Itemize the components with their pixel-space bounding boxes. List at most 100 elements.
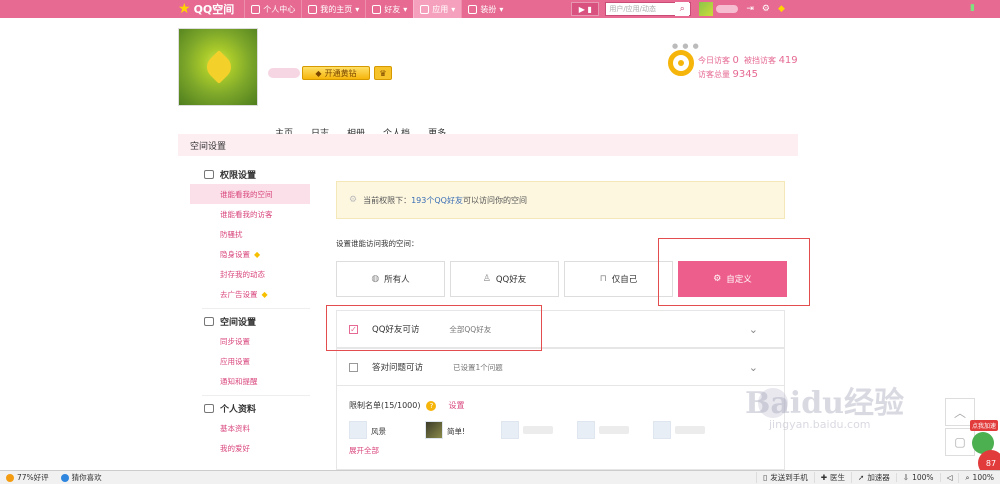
sidebar-item-anti-harassment[interactable]: 防骚扰	[190, 224, 310, 244]
sidebar-item-label: 谁能看我的空间	[220, 189, 273, 199]
user-avatar[interactable]	[699, 2, 714, 16]
rule-answer-question-row[interactable]: 答对问题可访 已设置1个问题 ⌄	[336, 348, 785, 386]
profile-name-blurred	[268, 68, 300, 78]
sidebar-group-permissions[interactable]: 权限设置	[190, 164, 310, 184]
expand-all-link[interactable]: 展开全部	[349, 445, 784, 456]
restricted-list-title: 限制名单(15/1000)	[349, 401, 421, 410]
nav-my-homepage[interactable]: 我的主页 ▾	[301, 0, 365, 18]
send-to-phone-button[interactable]: ▯ 发送到手机	[756, 472, 814, 483]
nav-personal-center[interactable]: 个人中心	[244, 0, 301, 18]
notice-friend-count[interactable]: 193个QQ好友	[411, 195, 463, 206]
accelerator-button[interactable]: ➚ 加速器	[851, 472, 896, 483]
status-label: 100%	[912, 473, 934, 482]
restricted-list-settings-link[interactable]: 设置	[448, 400, 464, 411]
option-only-me-button[interactable]: ⊓ 仅自己	[564, 261, 673, 297]
list-item[interactable]	[501, 421, 577, 439]
option-custom-button[interactable]: ⚙ 自定义	[678, 261, 787, 297]
nav-label: 应用	[432, 4, 449, 14]
doctor-button[interactable]: ✚ 医生	[813, 472, 851, 483]
today-visitors-label: 今日访客	[698, 56, 730, 65]
music-player-button[interactable]: ▶ ▮	[571, 2, 600, 16]
sidebar-item-label: 隐身设置	[220, 249, 250, 259]
download-status[interactable]: ⇩ 100%	[895, 473, 940, 482]
speaker-icon: ◁	[946, 473, 953, 482]
list-item[interactable]	[577, 421, 653, 439]
sidebar-item-who-can-view-space[interactable]: 谁能看我的空间	[190, 184, 310, 204]
sidebar-item-who-can-view-visitors[interactable]: 谁能看我的访客	[190, 204, 310, 224]
vip-label: 开通黄钻	[324, 68, 357, 78]
chevron-down-icon[interactable]: ⌄	[749, 361, 758, 374]
group-title: 权限设置	[220, 170, 257, 181]
yellow-diamond-icon[interactable]: ◆	[778, 4, 785, 14]
list-item[interactable]: 简单!	[425, 421, 501, 439]
apps-icon	[420, 4, 430, 14]
today-visitors-value: 0	[732, 55, 739, 66]
chevron-up-icon: ︿	[953, 405, 966, 420]
option-label: QQ好友	[495, 275, 527, 285]
search-icon[interactable]: ⌕	[675, 2, 690, 16]
restricted-friends: 风景 简单!	[349, 421, 784, 439]
chevron-down-icon: ▾	[403, 4, 408, 14]
option-everyone-button[interactable]: ◍ 所有人	[336, 261, 445, 297]
option-label: 仅自己	[611, 275, 638, 285]
visitor-stats[interactable]: 今日访客 0 被挡访客 419 访客总量 9345	[698, 54, 798, 82]
avatar	[501, 421, 519, 439]
sidebar-item-seal-feed[interactable]: 封存我的动态	[190, 264, 310, 284]
friends-icon	[372, 4, 382, 14]
sidebar-item-label: 谁能看我的访客	[220, 209, 273, 219]
list-item[interactable]: 风景	[349, 421, 425, 439]
mute-button[interactable]: ◁	[939, 473, 959, 482]
gear-icon[interactable]: ⚙	[762, 4, 770, 14]
avatar	[577, 421, 595, 439]
sidebar-item-label: 我的爱好	[220, 443, 250, 453]
sidebar-group-profile[interactable]: 个人资料	[190, 398, 310, 418]
logout-icon[interactable]: ⇥	[746, 4, 754, 14]
sidebar-divider	[202, 308, 310, 309]
open-yellow-diamond-button[interactable]: ◆ 开通黄钻	[302, 66, 370, 80]
vip-level-badge[interactable]: ♛	[374, 66, 392, 80]
user-name-blurred[interactable]	[716, 5, 739, 13]
settings-sidebar: 权限设置 谁能看我的空间 谁能看我的访客 防骚扰 隐身设置 ◆ 封存我的动态 去广…	[190, 164, 310, 458]
star-logo-icon: ★	[178, 1, 191, 17]
total-visitors-value: 9345	[732, 69, 758, 80]
help-icon[interactable]: ?	[426, 400, 437, 411]
nav-friends[interactable]: 好友 ▾	[365, 0, 413, 18]
sidebar-item-remove-ads[interactable]: 去广告设置 ◆	[190, 284, 310, 304]
sidebar-item-label: 去广告设置	[220, 289, 258, 299]
rule-qq-friends-row[interactable]: ✓ QQ好友可访 全部QQ好友 ⌄	[336, 310, 785, 348]
watermark-text: Baidu经验	[745, 386, 904, 421]
zoom-icon: ⌕	[965, 472, 970, 482]
sidebar-item-label: 防骚扰	[220, 229, 243, 239]
sidebar-item-basic-info[interactable]: 基本资料	[190, 418, 310, 438]
rule-label: QQ好友可访	[372, 325, 420, 335]
sidebar-item-notifications[interactable]: 通知和提醒	[190, 371, 310, 391]
friend-name: 风景	[371, 427, 386, 436]
rule-sub-label: 全部QQ好友	[449, 324, 492, 334]
friend-name-blurred	[599, 426, 629, 434]
qq-friends-checkbox[interactable]: ✓	[349, 324, 358, 334]
sidebar-item-sync[interactable]: 同步设置	[190, 331, 310, 351]
nav-apps[interactable]: 应用 ▾	[413, 0, 462, 18]
option-qq-friends-button[interactable]: ♙ QQ好友	[450, 261, 559, 297]
status-label: 发送到手机	[770, 473, 808, 482]
globe-icon: ◍	[371, 274, 380, 284]
profile-picture[interactable]	[178, 28, 258, 106]
answer-question-checkbox[interactable]	[349, 362, 358, 372]
sidebar-item-invisible[interactable]: 隐身设置 ◆	[190, 244, 310, 264]
qzone-logo[interactable]: ★ QQ空间	[178, 1, 234, 17]
rating-status[interactable]: 77%好评	[0, 472, 55, 483]
zoom-level[interactable]: ⌕ 100%	[958, 472, 1000, 483]
blocked-visitors-label: 被挡访客	[744, 56, 777, 65]
chevron-down-icon[interactable]: ⌄	[749, 323, 758, 336]
guess-you-like-status[interactable]: 猜你喜欢	[55, 472, 108, 483]
chevron-down-icon: ▾	[451, 4, 456, 14]
chevron-down-icon: ▾	[355, 4, 360, 14]
speed-up-label: 点我加速	[970, 420, 999, 431]
list-item[interactable]	[653, 421, 729, 439]
access-setting-label: 设置谁能访问我的空间：	[336, 239, 419, 248]
sidebar-group-space-settings[interactable]: 空间设置	[190, 311, 310, 331]
sidebar-item-app-settings[interactable]: 应用设置	[190, 351, 310, 371]
nav-label: 装扮	[480, 4, 497, 14]
nav-dressup[interactable]: 装扮 ▾	[461, 0, 509, 18]
sidebar-item-hobbies[interactable]: 我的爱好	[190, 438, 310, 458]
